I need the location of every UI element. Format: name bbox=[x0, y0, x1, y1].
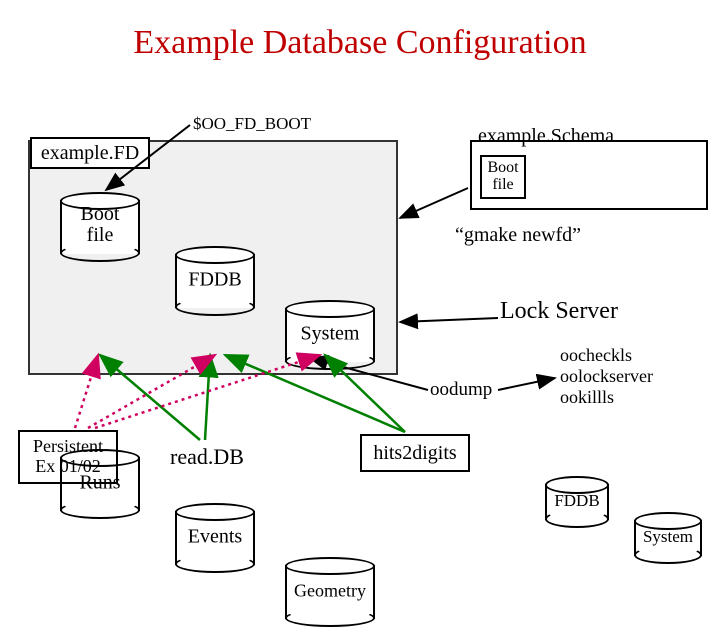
db-bootfile-left-label: Bootfile bbox=[65, 204, 135, 246]
db-geometry: Geometry bbox=[285, 565, 375, 619]
env-var-label: $OO_FD_BOOT bbox=[193, 115, 311, 134]
example-schema-title: example.Schema bbox=[478, 125, 614, 147]
oodump-label: oodump bbox=[430, 380, 492, 401]
lock-server-label: Lock Server bbox=[500, 298, 618, 324]
persistent-box: PersistentEx 01/02 bbox=[18, 430, 118, 484]
page-title: Example Database Configuration bbox=[0, 24, 720, 62]
db-system-left-label: System bbox=[301, 323, 360, 344]
example-fd-title-box: example.FD bbox=[30, 137, 150, 169]
db-fddb-left-label: FDDB bbox=[188, 269, 241, 290]
hits-box: hits2digits bbox=[360, 434, 470, 472]
db-fddb-left: FDDB bbox=[175, 254, 255, 308]
gmake-label: “gmake newfd” bbox=[455, 224, 581, 246]
db-events: Events bbox=[175, 511, 255, 565]
persistent-label: PersistentEx 01/02 bbox=[33, 437, 103, 477]
db-events-label: Events bbox=[188, 526, 242, 547]
db-geometry-label: Geometry bbox=[294, 582, 366, 601]
db-bootfile-left: Bootfile bbox=[60, 200, 140, 254]
schema-boot-label: Bootfile bbox=[487, 160, 518, 194]
db-fddb-right-label: FDDB bbox=[554, 492, 599, 510]
example-fd-title: example.FD bbox=[41, 142, 139, 164]
db-system-right-label: System bbox=[643, 528, 693, 546]
tools-list: oochecklsoolockserverookillls bbox=[560, 345, 653, 408]
db-system-left: System bbox=[285, 308, 375, 362]
schema-boot-box: Bootfile bbox=[480, 155, 526, 199]
readdb-label: read.DB bbox=[170, 445, 244, 469]
db-system-right: System bbox=[634, 520, 702, 556]
hits-label: hits2digits bbox=[373, 442, 456, 464]
db-fddb-right: FDDB bbox=[545, 484, 609, 520]
